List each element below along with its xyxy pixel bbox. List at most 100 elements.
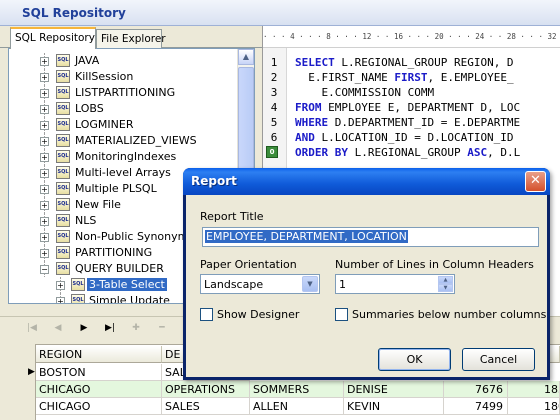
grid-left-strip (0, 338, 26, 420)
summaries-checkbox[interactable] (335, 308, 348, 321)
sql-file-icon: SQL (56, 262, 70, 275)
grid-cell[interactable]: SALES (162, 398, 250, 415)
line-number: 3 (270, 86, 278, 99)
expand-toggle-icon[interactable]: + (40, 217, 49, 226)
sql-file-icon: SQL (56, 150, 70, 163)
line-number: 6 (270, 131, 278, 144)
spin-down-icon[interactable]: ▼ (438, 284, 453, 292)
sql-file-icon: SQL (71, 278, 85, 291)
expand-toggle-icon[interactable]: + (40, 57, 49, 66)
code-line: SELECT L.REGIONAL_GROUP REGION, D (295, 56, 514, 69)
ok-button[interactable]: OK (378, 348, 451, 371)
dialog-title: Report (191, 174, 237, 188)
sql-file-icon: SQL (56, 86, 70, 99)
show-designer-label: Show Designer (217, 308, 300, 321)
close-icon[interactable]: ✕ (525, 171, 546, 192)
prior-record-icon[interactable]: ◀ (48, 320, 68, 336)
grid-cell[interactable]: ALLEN (250, 398, 344, 415)
lines-in-headers-spinner[interactable]: 1 ▲ ▼ (335, 274, 455, 294)
delete-record-icon[interactable]: ━ (152, 320, 172, 336)
expand-toggle-icon[interactable]: + (40, 137, 49, 146)
grid-cell[interactable]: 7499 (444, 398, 508, 415)
tree-item[interactable]: + SQL MonitoringIndexes (9, 149, 237, 165)
tab-strip: SQL Repository File Explorer (0, 26, 262, 49)
code-line: ORDER BY L.REGIONAL_GROUP ASC, D.L (295, 146, 521, 159)
sql-file-icon: SQL (56, 118, 70, 131)
expand-toggle-icon[interactable]: + (40, 233, 49, 242)
tree-item-label: Simple Update (89, 294, 170, 304)
tree-item[interactable]: + SQL LISTPARTITIONING (9, 85, 237, 101)
tree-item-label: QUERY BUILDER (75, 262, 164, 275)
last-record-icon[interactable]: ▶| (100, 320, 120, 336)
expand-toggle-icon[interactable]: + (40, 89, 49, 98)
show-designer-checkbox[interactable] (200, 308, 213, 321)
tab-file-explorer[interactable]: File Explorer (96, 29, 166, 49)
dialog-title-bar[interactable]: Report ✕ (183, 168, 550, 195)
expand-toggle-icon[interactable]: + (40, 201, 49, 210)
grid-cell[interactable]: KEVIN (344, 398, 444, 415)
grid-cell[interactable]: 180 (508, 398, 560, 415)
tab-sql-repository[interactable]: SQL Repository (10, 27, 96, 49)
tree-item-label: Non-Public Synonyms (75, 230, 195, 243)
summaries-label: Summaries below number columns (352, 308, 547, 321)
tree-item[interactable]: + SQL LOGMINER (9, 117, 237, 133)
expand-toggle-icon[interactable]: + (40, 153, 49, 162)
bookmark-icon: 0 (266, 146, 278, 158)
sql-file-icon: SQL (56, 70, 70, 83)
grid-cell[interactable]: CHICAGO (36, 398, 162, 415)
first-record-icon[interactable]: |◀ (22, 320, 42, 336)
tree-item[interactable]: + SQL KillSession (9, 69, 237, 85)
sql-file-icon: SQL (56, 166, 70, 179)
tree-item[interactable]: + SQL MATERIALIZED_VIEWS (9, 133, 237, 149)
line-number: 1 (270, 56, 278, 69)
tree-item[interactable]: + SQL JAVA (9, 53, 237, 69)
expand-toggle-icon[interactable]: + (40, 105, 49, 114)
tree-item-label: NLS (75, 214, 97, 227)
insert-record-icon[interactable]: ✚ (126, 320, 146, 336)
scroll-up-icon[interactable]: ▲ (238, 49, 254, 65)
expand-toggle-icon[interactable]: + (40, 185, 49, 194)
grid-cell[interactable]: 7676 (444, 381, 508, 398)
grid-cell[interactable]: 185 (508, 381, 560, 398)
grid-cell[interactable]: BOSTON (36, 364, 162, 381)
paper-orientation-select[interactable]: Landscape ▼ (200, 274, 320, 294)
sql-file-icon: SQL (56, 182, 70, 195)
row-indicator-column (26, 344, 36, 420)
line-number: 5 (270, 116, 278, 129)
code-line: E.COMMISSION COMM (295, 86, 435, 99)
tree-item-label: LOGMINER (75, 118, 134, 131)
code-line: FROM EMPLOYEE E, DEPARTMENT D, LOC (295, 101, 521, 114)
tree-item-label: LISTPARTITIONING (75, 86, 176, 99)
tree-item-label: New File (75, 198, 121, 211)
grid-cell[interactable]: DENISE (344, 381, 444, 398)
tree-item-label: LOBS (75, 102, 104, 115)
line-number: 4 (270, 101, 278, 114)
sql-file-icon: SQL (56, 246, 70, 259)
chevron-down-icon[interactable]: ▼ (302, 276, 318, 292)
expand-toggle-icon[interactable]: + (40, 249, 49, 258)
tree-item-label: KillSession (75, 70, 134, 83)
spin-up-icon[interactable]: ▲ (438, 276, 453, 284)
current-row-icon: ▶ (28, 367, 35, 377)
tree-item-label: Multi-level Arrays (75, 166, 171, 179)
next-record-icon[interactable]: ▶ (74, 320, 94, 336)
grid-header-region[interactable]: REGION (36, 346, 162, 363)
grid-cell[interactable]: SOMMERS (250, 381, 344, 398)
expand-toggle-icon[interactable]: + (56, 281, 65, 290)
cancel-button[interactable]: Cancel (462, 348, 535, 371)
code-line: AND L.LOCATION_ID = D.LOCATION_ID (295, 131, 514, 144)
tree-item[interactable]: + SQL LOBS (9, 101, 237, 117)
expand-toggle-icon[interactable]: + (40, 169, 49, 178)
expand-toggle-icon[interactable]: + (40, 121, 49, 130)
tree-item-label: 3-Table Select (87, 278, 167, 291)
grid-cell[interactable]: CHICAGO (36, 381, 162, 398)
expand-toggle-icon[interactable]: + (56, 297, 65, 303)
paper-orientation-label: Paper Orientation (200, 258, 297, 271)
report-title-input[interactable]: EMPLOYEE, DEPARTMENT, LOCATION (202, 227, 539, 247)
dialog-body: Report Title EMPLOYEE, DEPARTMENT, LOCAT… (186, 195, 547, 377)
sql-file-icon: SQL (56, 102, 70, 115)
lines-in-headers-label: Number of Lines in Column Headers (335, 258, 534, 271)
expand-toggle-icon[interactable]: − (40, 265, 49, 274)
grid-cell[interactable]: OPERATIONS (162, 381, 250, 398)
expand-toggle-icon[interactable]: + (40, 73, 49, 82)
